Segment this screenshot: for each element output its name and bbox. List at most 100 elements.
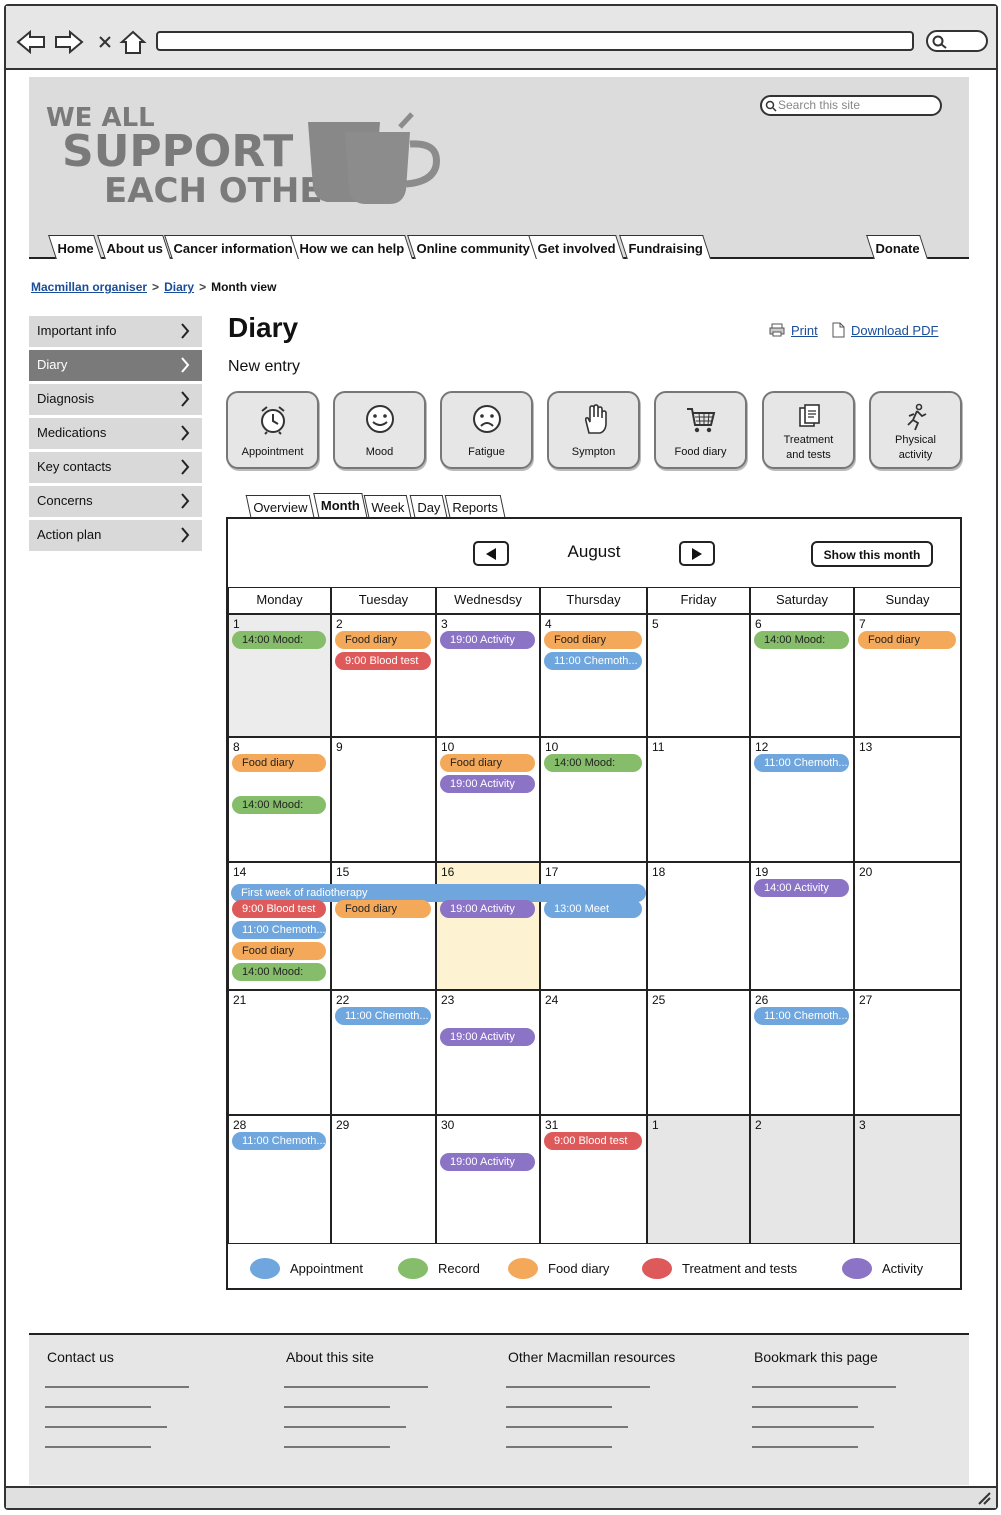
footer-link-placeholder[interactable] [506,1446,612,1448]
calendar-day-cell[interactable]: 25 [647,990,750,1115]
footer-link-placeholder[interactable] [752,1426,874,1428]
close-x-icon[interactable] [90,28,120,56]
nav-tab-cancer-information[interactable]: Cancer information [164,235,302,259]
calendar-day-cell[interactable]: 17 [540,862,647,990]
calendar-day-cell[interactable]: 21 [228,990,331,1115]
calendar-event-food[interactable]: Food diary [858,631,956,649]
calendar-event-activity[interactable]: 19:00 Activity [440,631,535,649]
nav-tab-online-community[interactable]: Online community [407,235,539,259]
calendar-day-cell[interactable]: 30 [436,1115,540,1244]
back-arrow-icon[interactable] [16,28,46,56]
calendar-day-cell[interactable]: 18 [647,862,750,990]
calendar-day-cell[interactable]: 11 [647,737,750,862]
calendar-event-appointment[interactable]: 11:00 Chemoth... [544,652,642,670]
calendar-event-food[interactable]: Food diary [440,754,535,772]
browser-search-field[interactable] [926,30,988,52]
calendar-day-cell[interactable]: 20 [854,862,961,990]
calendar-event-appointment[interactable]: 11:00 Chemoth... [754,1007,849,1025]
footer-link-placeholder[interactable] [506,1386,650,1388]
new-entry-physical-activity-button[interactable]: Physical activity [869,391,962,469]
calendar-day-cell[interactable]: 5 [647,614,750,737]
calendar-event-activity[interactable]: 19:00 Activity [440,1028,535,1046]
calendar-event-record[interactable]: 14:00 Mood: [544,754,642,772]
calendar-event-appointment[interactable]: 11:00 Chemoth... [232,921,326,939]
url-bar[interactable] [156,31,914,51]
tab-month[interactable]: Month [313,493,368,519]
next-month-button[interactable] [679,541,715,566]
new-entry-food-diary-button[interactable]: Food diary [654,391,747,469]
calendar-event-treatment[interactable]: 9:00 Blood test [232,900,326,918]
calendar-event-activity[interactable]: 14:00 Activity [754,879,849,897]
show-this-month-button[interactable]: Show this month [811,541,933,567]
breadcrumb-link-diary[interactable]: Diary [164,280,194,294]
tab-reports[interactable]: Reports [444,495,505,517]
download-pdf-link[interactable]: Download PDF [851,323,938,338]
sidebar-item-diagnosis[interactable]: Diagnosis [29,384,202,415]
footer-link-placeholder[interactable] [284,1406,390,1408]
tab-overview[interactable]: Overview [245,495,315,517]
calendar-day-cell[interactable]: 24 [540,990,647,1115]
footer-link-placeholder[interactable] [45,1406,151,1408]
sidebar-item-action-plan[interactable]: Action plan [29,520,202,551]
calendar-day-cell[interactable]: 23 [436,990,540,1115]
forward-arrow-icon[interactable] [54,28,84,56]
calendar-event-record[interactable]: 14:00 Mood: [232,631,326,649]
calendar-day-cell[interactable]: 13 [854,737,961,862]
footer-link-placeholder[interactable] [506,1426,628,1428]
footer-link-placeholder[interactable] [752,1446,858,1448]
calendar-event-record[interactable]: 14:00 Mood: [232,796,326,814]
breadcrumb-link-organiser[interactable]: Macmillan organiser [31,280,147,294]
calendar-event-treatment[interactable]: 9:00 Blood test [335,652,431,670]
sidebar-item-medications[interactable]: Medications [29,418,202,449]
footer-link-placeholder[interactable] [284,1386,428,1388]
calendar-day-cell[interactable]: 27 [854,990,961,1115]
calendar-event-food[interactable]: Food diary [335,900,431,918]
sidebar-item-diary[interactable]: Diary [29,350,202,381]
calendar-event-activity[interactable]: 19:00 Activity [440,900,535,918]
new-entry-sympton-button[interactable]: Sympton [547,391,640,469]
tab-week[interactable]: Week [363,495,412,517]
footer-link-placeholder[interactable] [45,1446,151,1448]
resize-handle-icon[interactable] [976,1490,992,1506]
calendar-day-cell[interactable]: 3 [854,1115,961,1244]
new-entry-mood-button[interactable]: Mood [333,391,426,469]
footer-link-placeholder[interactable] [45,1426,167,1428]
nav-tab-about-us[interactable]: About us [97,235,172,259]
sidebar-item-concerns[interactable]: Concerns [29,486,202,517]
calendar-event-treatment[interactable]: 9:00 Blood test [544,1132,642,1150]
sidebar-item-key-contacts[interactable]: Key contacts [29,452,202,483]
calendar-event-appointment[interactable]: 13:00 Meet [544,900,642,918]
calendar-event-food[interactable]: Food diary [335,631,431,649]
calendar-event-appointment[interactable]: 11:00 Chemoth... [335,1007,431,1025]
nav-tab-get-involved[interactable]: Get involved [528,235,624,259]
nav-tab-how-we-can-help[interactable]: How we can help [290,235,413,259]
calendar-day-cell[interactable]: 2 [750,1115,854,1244]
calendar-event-food[interactable]: Food diary [544,631,642,649]
calendar-event-activity[interactable]: 19:00 Activity [440,1153,535,1171]
footer-link-placeholder[interactable] [284,1446,390,1448]
footer-link-placeholder[interactable] [752,1406,858,1408]
sidebar-item-important-info[interactable]: Important info [29,316,202,347]
nav-tab-fundraising[interactable]: Fundraising [619,235,712,259]
footer-link-placeholder[interactable] [752,1386,896,1388]
calendar-event-record[interactable]: 14:00 Mood: [754,631,849,649]
calendar-event-appointment[interactable]: 11:00 Chemoth... [754,754,849,772]
footer-link-placeholder[interactable] [45,1386,189,1388]
nav-tab-home[interactable]: Home [48,235,103,259]
calendar-event-food[interactable]: Food diary [232,754,326,772]
logo[interactable]: WE ALL SUPPORT EACH OTHER [40,92,460,222]
calendar-day-cell[interactable]: 15 [331,862,436,990]
calendar-event-food[interactable]: Food diary [232,942,326,960]
calendar-day-cell[interactable]: 9 [331,737,436,862]
calendar-event-appointment[interactable]: 11:00 Chemoth... [232,1132,326,1150]
calendar-day-cell[interactable]: 1 [647,1115,750,1244]
new-entry-treatment-and-tests-button[interactable]: Treatment and tests [762,391,855,469]
footer-link-placeholder[interactable] [284,1426,406,1428]
site-search-input[interactable]: Search this site [760,95,942,116]
calendar-event-activity[interactable]: 19:00 Activity [440,775,535,793]
print-link[interactable]: Print [791,323,818,338]
donate-button[interactable]: Donate [866,235,928,259]
new-entry-fatigue-button[interactable]: Fatigue [440,391,533,469]
home-icon[interactable] [118,28,148,56]
calendar-day-cell[interactable]: 29 [331,1115,436,1244]
